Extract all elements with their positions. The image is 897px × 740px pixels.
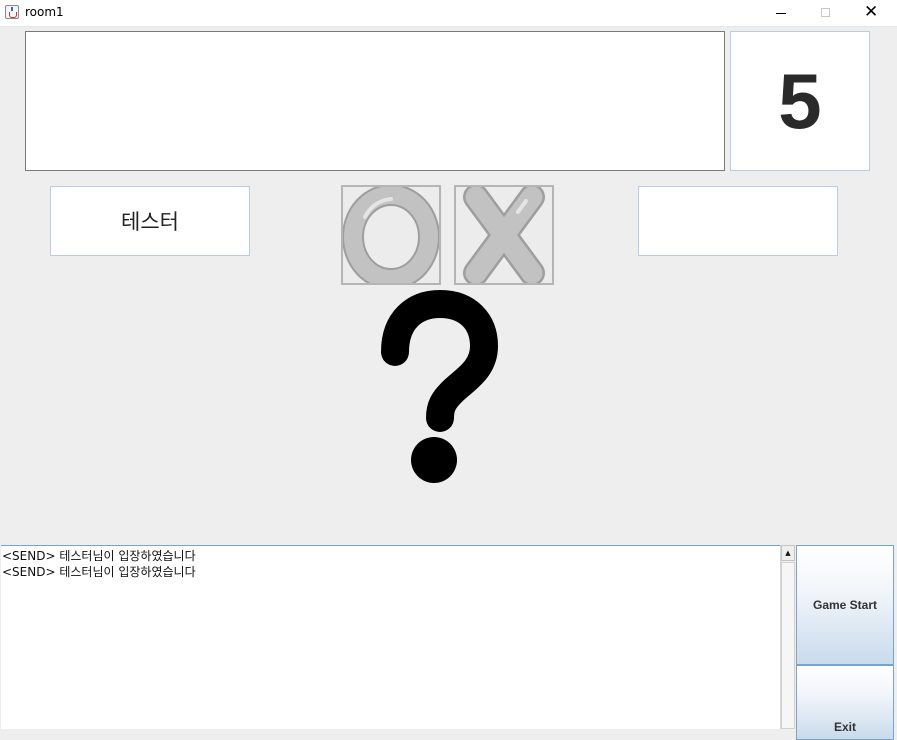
question-panel — [25, 31, 725, 171]
o-icon — [343, 187, 439, 283]
game-start-label: Game Start — [812, 598, 878, 612]
window-title: room1 — [25, 5, 64, 19]
title-bar: room1 ✕ — [0, 0, 897, 27]
minimize-icon — [776, 13, 786, 14]
game-start-button[interactable]: Game Start — [796, 545, 894, 665]
x-answer-button[interactable] — [454, 185, 554, 285]
scroll-up-button[interactable]: ▲ — [781, 545, 795, 561]
o-answer-button[interactable] — [341, 185, 441, 285]
player-right-panel — [638, 186, 838, 256]
chat-line: <SEND> 테스터님이 입장하였습니다 — [2, 565, 196, 579]
player-left-panel: 테스터 — [50, 186, 250, 256]
maximize-button[interactable] — [804, 0, 850, 26]
close-icon: ✕ — [864, 2, 879, 22]
chat-log[interactable]: <SEND> 테스터님이 입장하였습니다 <SEND> 테스터님이 입장하였습니… — [1, 545, 780, 729]
x-icon — [463, 187, 545, 283]
exit-label: Exit — [833, 720, 856, 734]
chat-scrollbar[interactable]: ▲ — [780, 545, 795, 729]
minimize-button[interactable] — [759, 0, 805, 26]
chat-line: <SEND> 테스터님이 입장하였습니다 — [2, 549, 196, 563]
scroll-track[interactable] — [781, 562, 795, 729]
timer-value: 5 — [778, 56, 822, 145]
java-app-icon — [5, 5, 19, 19]
player-left-name: 테스터 — [121, 210, 179, 234]
maximize-icon — [821, 8, 830, 17]
question-mark-icon — [381, 290, 499, 483]
arrow-up-icon: ▲ — [785, 549, 791, 557]
close-button[interactable]: ✕ — [849, 0, 895, 26]
timer-panel: 5 — [730, 31, 870, 171]
